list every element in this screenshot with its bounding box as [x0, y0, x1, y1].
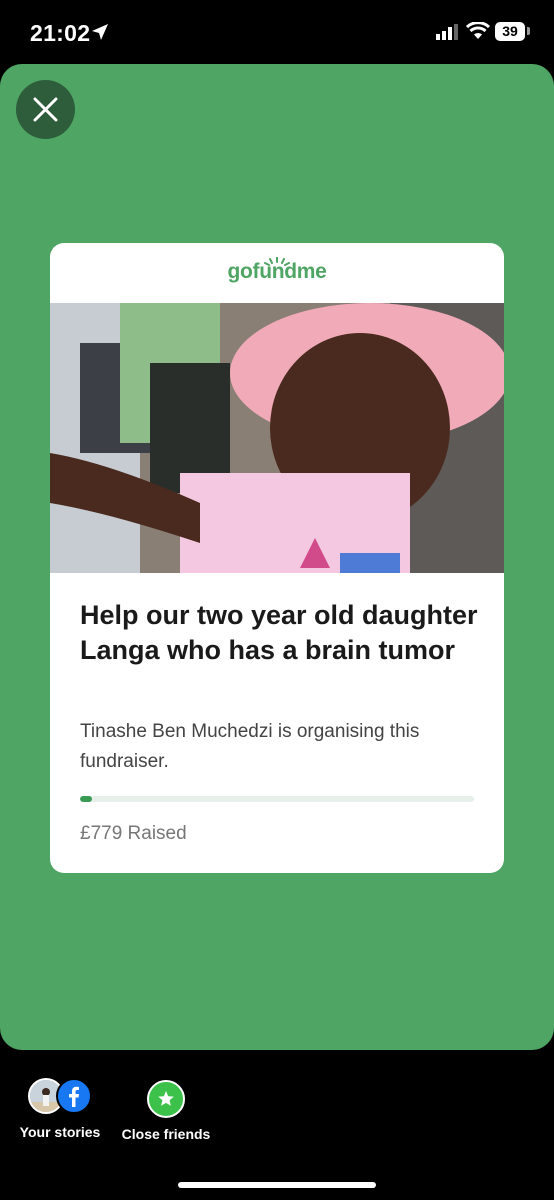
status-bar: 21:02 39: [0, 0, 554, 64]
fundraiser-title: Help our two year old daughter Langa who…: [80, 600, 478, 665]
your-stories-button[interactable]: Your stories: [15, 1076, 105, 1140]
progress-fill: [80, 796, 92, 802]
fundraiser-photo: [50, 303, 504, 573]
your-stories-avatars: [28, 1076, 92, 1116]
your-stories-label: Your stories: [19, 1124, 101, 1140]
raised-amount: £779 Raised: [80, 823, 187, 844]
battery-icon: 39: [495, 22, 525, 41]
close-icon: [33, 97, 58, 122]
star-icon: [158, 1091, 174, 1106]
close-friends-badge: [147, 1080, 185, 1118]
close-button[interactable]: [16, 80, 75, 139]
battery-nub: [527, 27, 530, 35]
fundraiser-card[interactable]: gofundme Help our two year old daughter …: [50, 243, 504, 873]
fundraiser-organiser: Tinashe Ben Muchedzi is organising this …: [80, 721, 420, 772]
location-arrow-icon: [92, 24, 108, 40]
progress-bar: [80, 796, 474, 802]
facebook-icon: [56, 1078, 92, 1114]
close-friends-button[interactable]: Close friends: [116, 1076, 216, 1142]
battery-level: 39: [502, 23, 518, 39]
photo-illustration: [50, 303, 504, 573]
close-friends-label: Close friends: [121, 1126, 211, 1142]
gofundme-logo: gofundme: [227, 260, 327, 283]
wifi-icon: [466, 22, 490, 39]
cellular-signal-icon: [436, 24, 458, 40]
status-time: 21:02: [30, 20, 91, 46]
home-indicator[interactable]: [178, 1182, 376, 1188]
